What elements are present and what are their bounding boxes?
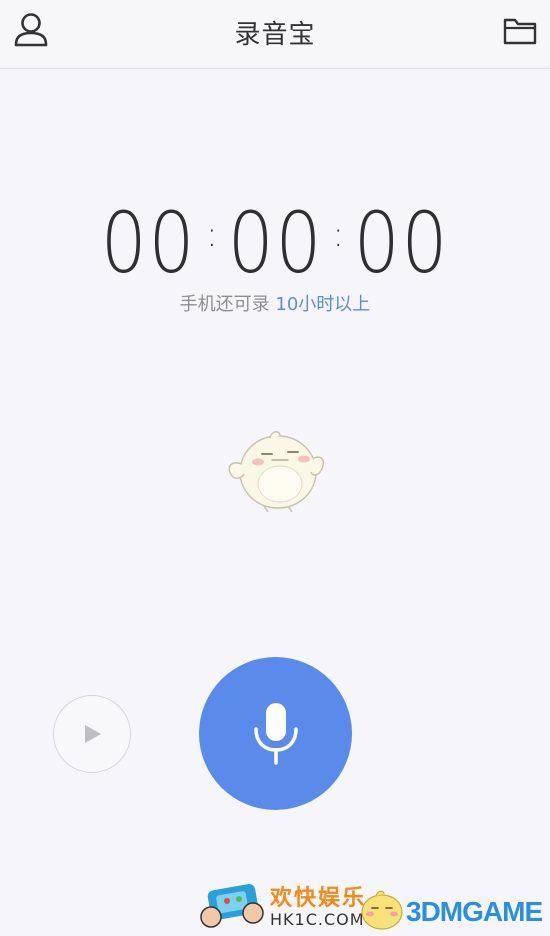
watermark-gamepad-icon — [200, 884, 264, 928]
microphone-icon — [254, 703, 298, 765]
timer-seconds: 00 — [353, 194, 450, 292]
record-button[interactable] — [199, 657, 352, 810]
page-title: 录音宝 — [234, 20, 316, 50]
mascot-illustration — [228, 431, 325, 513]
play-icon — [85, 725, 101, 743]
folder-icon — [503, 18, 537, 45]
remaining-time-text: 手机还可录 10小时以上 — [0, 290, 550, 316]
recordings-folder-button[interactable] — [498, 10, 542, 54]
app-header: 录音宝 — [0, 0, 550, 69]
timer-separator: : — [206, 215, 218, 255]
remaining-highlight: 10小时以上 — [275, 294, 371, 315]
watermark-mascot-icon — [361, 890, 403, 930]
watermark-url: HK1C.COM — [270, 910, 365, 929]
timer-hours: 00 — [100, 194, 197, 292]
timer-separator: : — [332, 215, 344, 255]
watermark-brand: 3DMGAME — [406, 896, 543, 927]
remaining-prefix: 手机还可录 — [179, 294, 276, 315]
watermark-cn-text: 欢快娱乐 — [270, 886, 367, 911]
recording-timer: 00:00:00 — [0, 190, 550, 288]
timer-minutes: 00 — [227, 194, 323, 292]
play-button[interactable] — [53, 695, 131, 773]
